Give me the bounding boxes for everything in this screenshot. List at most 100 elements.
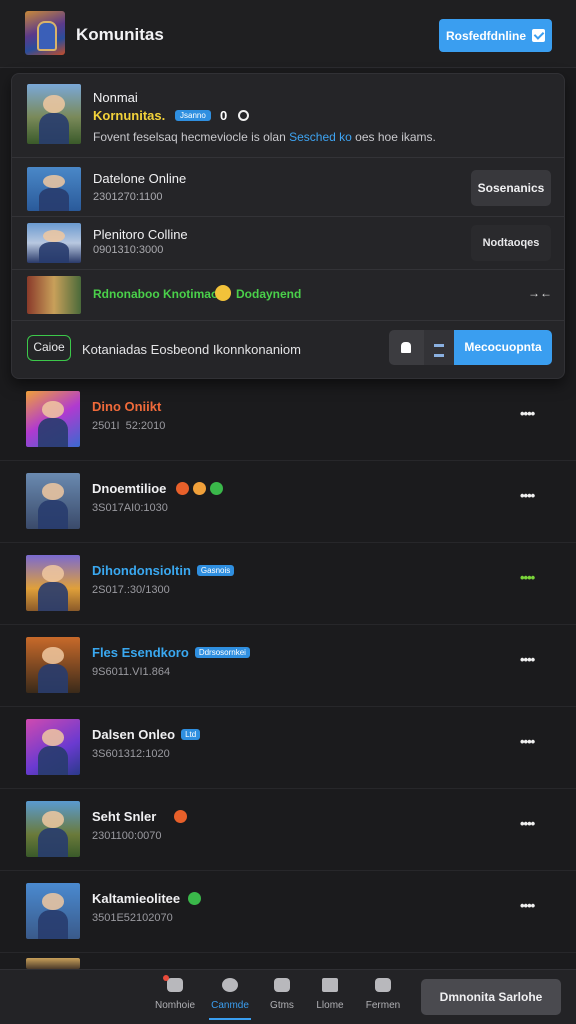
list-item-name: Fles Esendkoro Ddrsosornkei	[92, 645, 250, 660]
home-icon	[163, 975, 183, 992]
list-item-name: Dnoemtilioe	[92, 481, 224, 496]
more-options-icon[interactable]: ••••	[520, 652, 535, 667]
row-meta: 2301270:1100	[93, 191, 163, 203]
featured-desc-suffix: oes hoe ikams.	[351, 130, 436, 144]
panel-footer: Caioe Kotaniadas Eosbeond Ikonnkonaniom …	[12, 321, 564, 379]
list-item-meta: 3501E52102070	[92, 912, 173, 924]
list-item-name-text: Dalsen Onleo	[92, 727, 176, 742]
featured-desc-link[interactable]: Sesched ko	[289, 130, 352, 144]
list-item-meta: 3S601312:1020	[92, 748, 170, 760]
highlight-text-2: Dodaynend	[236, 287, 302, 301]
list-item-name: Seht Snler	[92, 809, 188, 824]
highlight-text: Rdnonaboo Knotimaoe	[93, 287, 225, 301]
case-chip[interactable]: Caioe	[27, 335, 71, 361]
list-item-meta: 9S6011.VI1.864	[92, 666, 171, 678]
list-item-name: Kaltamieolitee	[92, 891, 202, 906]
featured-description: Fovent feselsaq hecmeviocle is olan Sesc…	[93, 130, 436, 144]
community-panel: Nonmai Kornunitas. Jsanno 0 Fovent fesel…	[11, 73, 565, 379]
nav-label: Llome	[316, 1000, 344, 1011]
list-item-name-text: Dihondonsioltin	[92, 563, 191, 578]
friends-icon	[375, 978, 391, 992]
online-status-icon	[188, 892, 202, 905]
swap-arrows-icon[interactable]: →←	[528, 286, 552, 300]
list-item-name: Dalsen Onleo Ltd	[92, 727, 201, 742]
community-avatar[interactable]	[25, 11, 65, 55]
go-online-button[interactable]: Rosfedfdnline	[439, 19, 552, 52]
filter-icon[interactable]	[424, 330, 454, 365]
lock-icon[interactable]	[389, 330, 424, 365]
row-action-button[interactable]: Sosenanics	[471, 170, 551, 206]
chat-icon	[222, 978, 238, 992]
nav-chat[interactable]: Canmde	[203, 978, 257, 1020]
angry-emoji-icon	[176, 482, 190, 495]
list-item-meta: 2501I 52:2010	[92, 420, 166, 432]
list-thumbnail-partial	[26, 958, 80, 969]
panel-row[interactable]: Plenitoro Colline 0901310:3000 Nodtaoqes	[12, 217, 564, 270]
nav-mail[interactable]: Llome	[303, 978, 357, 1011]
list-item-tag: Gasnois	[196, 565, 235, 576]
list-item-name: Dino Oniikt	[92, 399, 162, 414]
list-thumbnail	[26, 637, 80, 693]
mail-icon	[322, 978, 338, 992]
nav-label: Canmde	[211, 1000, 249, 1011]
list-item[interactable]: Dino Oniikt 2501I 52:2010 ••••	[0, 379, 576, 461]
more-options-icon[interactable]: ••••	[520, 570, 535, 585]
featured-count: 0	[220, 108, 228, 123]
list-item-name-text: Fles Esendkoro	[92, 645, 189, 660]
circle-icon	[238, 110, 249, 121]
emoji-icon	[174, 810, 188, 823]
list-item-meta: 3S017AI0:1030	[92, 502, 168, 514]
list-item-tag: Ddrsosornkei	[194, 647, 250, 658]
list-item[interactable]: Seht Snler 2301100:0070 ••••	[0, 789, 576, 871]
go-online-label: Rosfedfdnline	[446, 28, 526, 43]
games-icon	[274, 978, 290, 992]
row-action-button[interactable]: Nodtaoqes	[471, 225, 551, 261]
list-item[interactable]: Fles Esendkoro Ddrsosornkei 9S6011.VI1.86…	[0, 625, 576, 707]
list-item-tag: Ltd	[181, 729, 201, 740]
list-item-meta: 2S017.:30/1300	[92, 584, 170, 596]
nav-home[interactable]: Nomhoie	[148, 975, 202, 1011]
segmented-control: Mecocuopnta	[389, 330, 552, 365]
notification-dot	[163, 975, 169, 981]
row-name: Datelone Online	[93, 171, 187, 186]
list-item[interactable]: Dihondonsioltin Gasnois 2S017.:30/1300 ••…	[0, 543, 576, 625]
more-options-icon[interactable]: ••••	[520, 898, 535, 913]
featured-badge: Jsanno	[175, 110, 211, 121]
featured-community-row[interactable]: Nonmai Kornunitas. Jsanno 0 Fovent fesel…	[12, 74, 564, 158]
more-options-icon[interactable]: ••••	[520, 816, 535, 831]
footer-description: Kotaniadas Eosbeond Ikonnkonaniom	[82, 342, 301, 357]
happy-emoji-icon	[210, 482, 224, 495]
nav-label: Gtms	[270, 1000, 294, 1011]
list-thumbnail	[26, 719, 80, 775]
row-meta: 0901310:3000	[93, 244, 164, 256]
list-item[interactable]: Kaltamieolitee 3501E52102070 ••••	[0, 871, 576, 953]
nav-friends[interactable]: Fermen	[356, 978, 410, 1011]
nav-label: Fermen	[365, 1000, 401, 1011]
list-thumbnail	[26, 555, 80, 611]
list-item[interactable]: Dalsen Onleo Ltd 3S601312:1020 ••••	[0, 707, 576, 789]
highlight-row[interactable]: Rdnonaboo Knotimaoe Dodaynend →←	[12, 270, 564, 321]
more-options-icon[interactable]: ••••	[520, 406, 535, 421]
bottom-action-button[interactable]: Dmnonita Sarlohe	[421, 979, 561, 1015]
list-item-meta: 2301100:0070	[92, 830, 162, 842]
smiley-icon	[215, 285, 231, 301]
page-title: Komunitas	[76, 25, 164, 44]
panel-row[interactable]: Datelone Online 2301270:1100 Sosenanics	[12, 158, 564, 217]
more-options-icon[interactable]: ••••	[520, 734, 535, 749]
highlight-thumbnail	[27, 276, 81, 314]
footer-primary-button[interactable]: Mecocuopnta	[454, 330, 552, 365]
row-thumbnail	[27, 167, 81, 211]
app-header: Komunitas Rosfedfdnline	[0, 0, 576, 68]
active-indicator	[209, 1018, 251, 1020]
nav-games[interactable]: Gtms	[255, 978, 309, 1011]
nav-label: Nomhoie	[154, 1000, 196, 1011]
list-item-name: Dihondonsioltin Gasnois	[92, 563, 235, 578]
list-item-name-text: Dnoemtilioe	[92, 481, 167, 496]
checkbox-icon	[532, 29, 545, 42]
featured-line1: Nonmai	[93, 90, 138, 105]
row-thumbnail	[27, 223, 81, 263]
bottom-navigation: Nomhoie Canmde Gtms Llome Fermen Dmnonit…	[0, 969, 576, 1024]
list-item[interactable]: Dnoemtilioe 3S017AI0:1030 ••••	[0, 461, 576, 543]
featured-line2: Kornunitas.	[93, 108, 166, 123]
more-options-icon[interactable]: ••••	[520, 488, 535, 503]
